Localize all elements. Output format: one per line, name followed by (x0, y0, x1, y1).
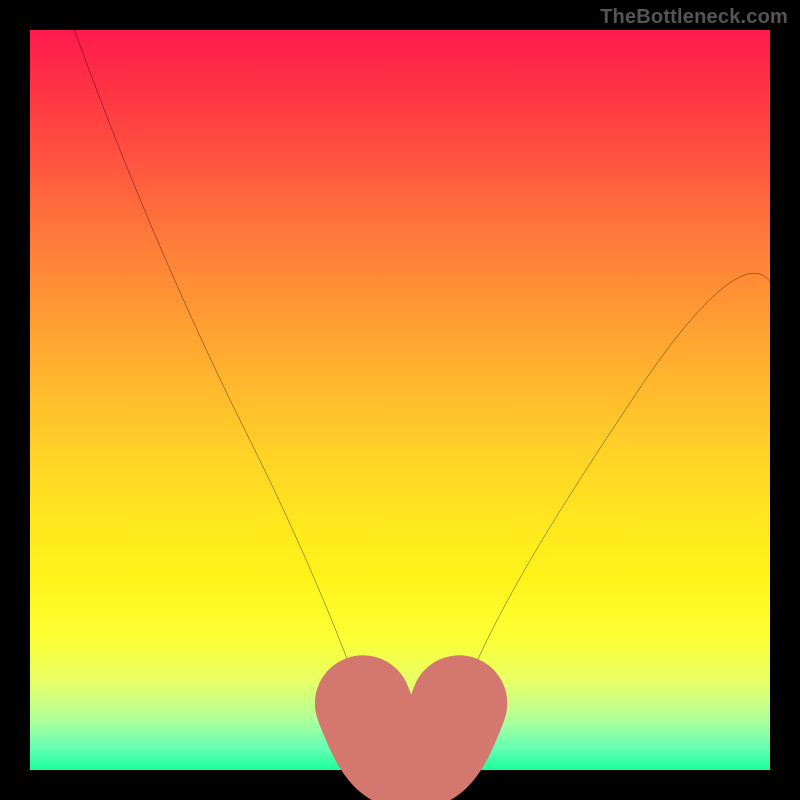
plot-area (30, 30, 770, 770)
curve-layer (30, 30, 770, 770)
watermark-label: TheBottleneck.com (600, 6, 788, 29)
optimal-zone-marker (363, 703, 459, 759)
chart-frame: TheBottleneck.com (0, 0, 800, 800)
mismatch-curve (74, 30, 770, 763)
